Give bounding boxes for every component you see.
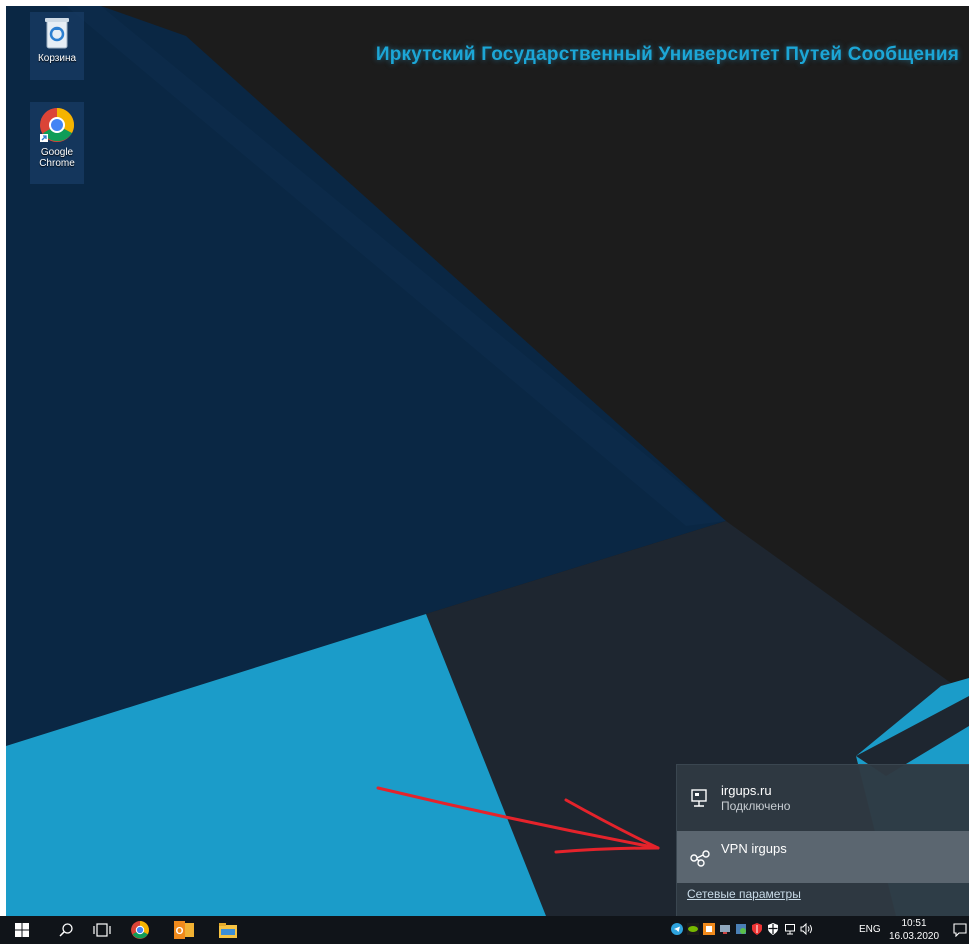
desktop-icon-recycle-bin[interactable]: Корзина: [30, 12, 84, 80]
defender-icon[interactable]: [767, 923, 779, 935]
nvidia-icon[interactable]: [687, 923, 699, 935]
clock-time: 10:51: [901, 918, 927, 929]
notification-icon: [952, 923, 967, 937]
desktop-icon-label: Google Chrome: [39, 147, 75, 169]
shield-app-icon[interactable]: [751, 923, 763, 935]
task-view-button[interactable]: [86, 916, 118, 944]
outlook-icon: O: [174, 921, 194, 939]
university-banner: Иркутский Государственный Университет Пу…: [375, 44, 959, 65]
network-name: VPN irgups: [721, 841, 787, 856]
sync-icon[interactable]: [735, 923, 747, 935]
volume-icon[interactable]: [800, 923, 814, 935]
search-button[interactable]: [50, 916, 82, 944]
desktop-icon-label: Корзина: [37, 53, 77, 64]
network-status: Подключено: [721, 799, 791, 813]
network-name: irgups.ru: [721, 783, 772, 798]
desktop: Иркутский Государственный Университет Пу…: [6, 6, 969, 916]
desktop-icon-chrome[interactable]: Google Chrome: [30, 102, 84, 184]
clock-date: 16.03.2020: [888, 931, 940, 942]
annotation-arrow: [376, 786, 660, 854]
outlook-tray-icon[interactable]: [703, 923, 715, 935]
telegram-icon[interactable]: [671, 923, 683, 935]
start-button[interactable]: [6, 916, 38, 944]
network-drive-icon[interactable]: [719, 923, 731, 935]
chrome-icon: [40, 108, 74, 142]
taskbar-outlook-button[interactable]: O: [166, 916, 202, 944]
taskbar-chrome-button[interactable]: [122, 916, 158, 944]
search-icon: [59, 923, 73, 937]
ethernet-icon: [691, 789, 707, 807]
language-indicator[interactable]: ENG: [859, 924, 881, 935]
network-settings-link[interactable]: Сетевые параметры: [687, 887, 801, 901]
network-tray-icon[interactable]: [784, 923, 796, 935]
taskbar-explorer-button[interactable]: [210, 916, 246, 944]
svg-text:O: O: [176, 926, 184, 937]
file-explorer-icon: [219, 922, 237, 938]
taskbar: O ENG 10:51 16.03.2020: [0, 916, 969, 944]
network-item-vpn-irgups[interactable]: VPN irgups: [677, 831, 969, 883]
action-center-button[interactable]: [950, 916, 969, 944]
task-view-icon: [93, 923, 111, 937]
network-item-irgups-ru[interactable]: irgups.ru Подключено: [677, 771, 969, 823]
network-flyout: irgups.ru Подключено VPN irgups Сетевые …: [676, 764, 969, 916]
recycle-bin-icon: [45, 18, 69, 49]
chrome-icon: [131, 921, 149, 939]
vpn-icon: [690, 850, 710, 867]
clock[interactable]: 10:51 16.03.2020: [888, 917, 940, 943]
start-icon: [15, 923, 29, 937]
